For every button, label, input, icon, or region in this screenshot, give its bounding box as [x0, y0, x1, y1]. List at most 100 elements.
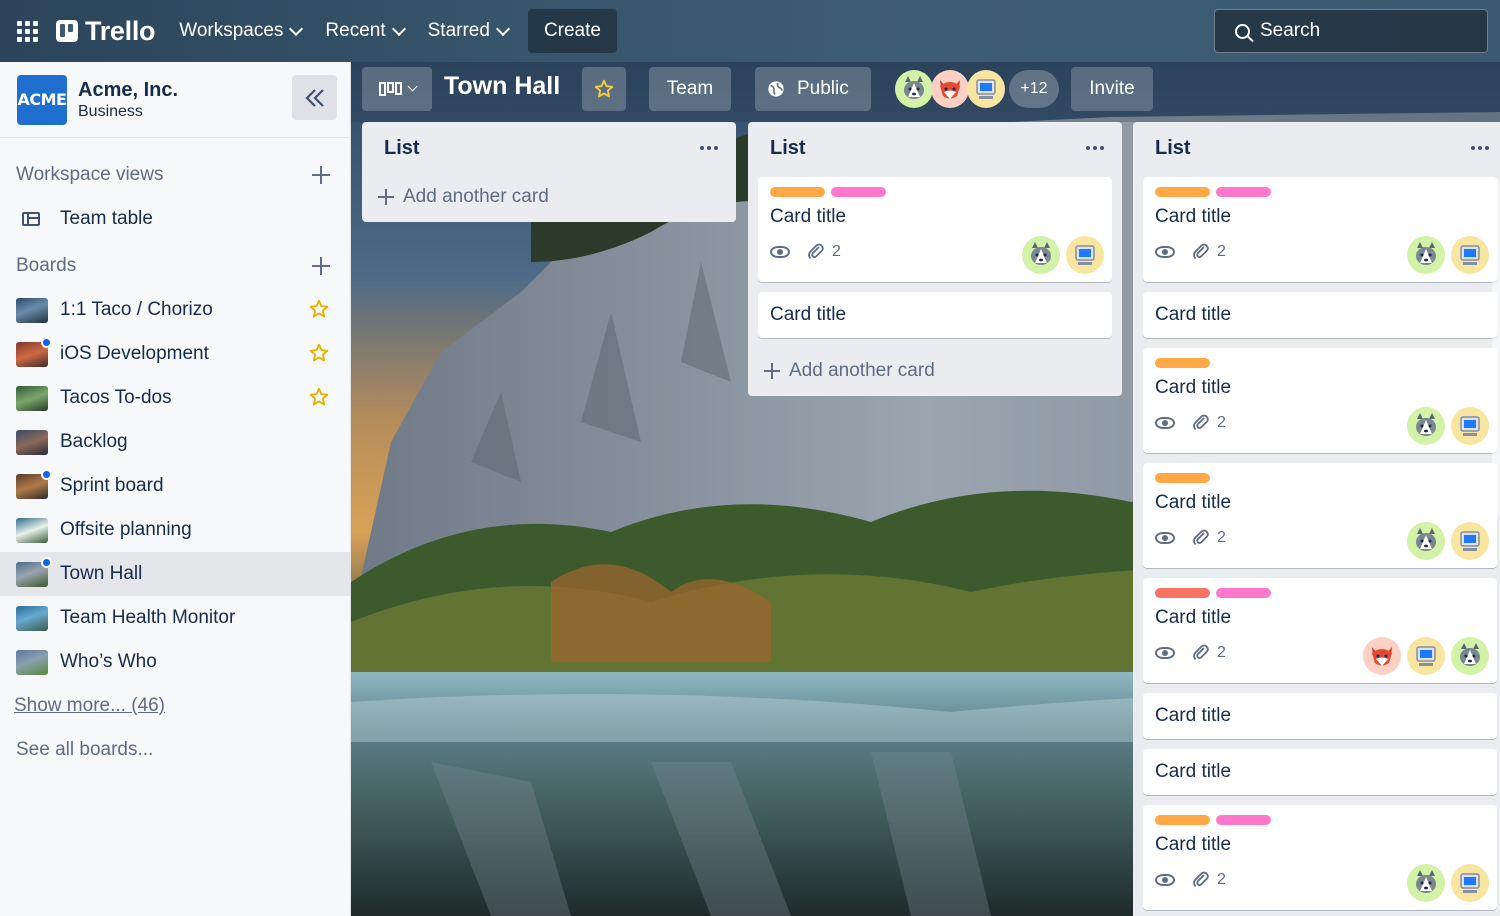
- list-scrollbar[interactable]: [1492, 178, 1500, 518]
- sidebar-board-item[interactable]: Backlog: [0, 420, 350, 464]
- board-thumbnail: [16, 556, 52, 587]
- list-header[interactable]: List: [748, 122, 1122, 174]
- member-avatar-husky[interactable]: [1407, 236, 1445, 274]
- search-placeholder: Search: [1260, 20, 1321, 41]
- label-red[interactable]: [1155, 588, 1210, 598]
- board-title[interactable]: Town Hall: [444, 72, 560, 101]
- board-view-switcher[interactable]: [362, 67, 432, 111]
- list-column: List Add another card: [362, 122, 736, 222]
- label-pink[interactable]: [1216, 187, 1271, 197]
- member-avatar-computer[interactable]: [967, 70, 1005, 108]
- workspace-views-heading: Workspace views: [0, 160, 350, 190]
- collapse-sidebar-button[interactable]: [292, 75, 337, 120]
- label-orange[interactable]: [770, 187, 825, 197]
- member-avatar-comp[interactable]: [1407, 637, 1445, 675]
- attachment-count: 2: [1217, 243, 1226, 260]
- see-all-boards-link[interactable]: See all boards...: [16, 728, 350, 772]
- sidebar-board-item[interactable]: Offsite planning: [0, 508, 350, 552]
- add-view-plus-icon[interactable]: [312, 166, 330, 184]
- sidebar-board-item[interactable]: Tacos To-dos: [0, 376, 350, 420]
- sidebar-board-item[interactable]: iOS Development: [0, 332, 350, 376]
- sidebar-board-item[interactable]: 1:1 Taco / Chorizo: [0, 288, 350, 332]
- show-more-link[interactable]: Show more... (46): [14, 684, 350, 728]
- board-thumbnail: [16, 517, 48, 543]
- workspace-plan: Business: [78, 102, 143, 120]
- list-header[interactable]: List: [1133, 122, 1500, 174]
- star-icon[interactable]: [309, 387, 329, 413]
- star-icon[interactable]: [309, 343, 329, 369]
- add-board-plus-icon[interactable]: [312, 257, 330, 275]
- card[interactable]: Card title 2: [1143, 578, 1497, 683]
- member-avatar-fox[interactable]: [931, 70, 969, 108]
- member-avatar-comp[interactable]: [1451, 522, 1489, 560]
- card[interactable]: Card title 2: [1143, 805, 1497, 910]
- member-overflow-badge[interactable]: +12: [1009, 70, 1059, 108]
- card-labels: [1155, 187, 1485, 197]
- public-visibility-button[interactable]: Public: [755, 67, 871, 111]
- starred-menu[interactable]: Starred: [416, 9, 520, 53]
- list-header[interactable]: List: [362, 122, 736, 174]
- card[interactable]: Card title 2: [1143, 463, 1497, 568]
- list-title[interactable]: List: [1155, 137, 1191, 160]
- label-orange[interactable]: [1155, 473, 1210, 483]
- search-input[interactable]: Search: [1214, 9, 1488, 53]
- card[interactable]: Card title 2: [758, 177, 1112, 282]
- workspaces-menu[interactable]: Workspaces: [167, 9, 313, 53]
- member-avatar-husky[interactable]: [1407, 864, 1445, 902]
- star-icon[interactable]: [309, 299, 329, 325]
- team-visibility-button[interactable]: Team: [649, 67, 731, 111]
- create-button[interactable]: Create: [527, 9, 617, 53]
- attachment-count: 2: [1217, 871, 1226, 888]
- list-title[interactable]: List: [770, 137, 806, 160]
- add-card-button[interactable]: Add another card: [362, 172, 736, 222]
- member-avatar-husky[interactable]: [1451, 637, 1489, 675]
- chevron-down-icon: [407, 81, 417, 92]
- more-options-icon[interactable]: [1086, 146, 1104, 150]
- board-label: Sprint board: [60, 475, 164, 496]
- label-pink[interactable]: [831, 187, 886, 197]
- label-orange[interactable]: [1155, 358, 1210, 368]
- recent-menu[interactable]: Recent: [313, 9, 415, 53]
- sidebar-board-item[interactable]: Who’s Who: [0, 640, 350, 684]
- card-title: Card title: [1155, 705, 1232, 726]
- card[interactable]: Card title 2: [1143, 348, 1497, 453]
- list-title[interactable]: List: [384, 137, 420, 160]
- card[interactable]: Card title: [1143, 749, 1497, 795]
- member-avatar-comp[interactable]: [1451, 407, 1489, 445]
- sidebar-board-item[interactable]: Team Health Monitor: [0, 596, 350, 640]
- label-orange[interactable]: [1155, 187, 1210, 197]
- member-avatar-comp[interactable]: [1451, 864, 1489, 902]
- eye-icon: [770, 246, 790, 258]
- member-avatar-husky[interactable]: [1407, 522, 1445, 560]
- app-switcher-button[interactable]: [0, 0, 54, 62]
- card[interactable]: Card title: [1143, 693, 1497, 739]
- more-options-icon[interactable]: [700, 146, 718, 150]
- husky-avatar-icon: [1416, 413, 1436, 436]
- trello-logo[interactable]: Trello: [56, 15, 156, 47]
- more-options-icon[interactable]: [1471, 146, 1489, 150]
- board-canvas: Town Hall Team Public +12 Invite List Ad…: [351, 62, 1500, 916]
- star-board-button[interactable]: [582, 67, 626, 111]
- sidebar-board-item[interactable]: Sprint board: [0, 464, 350, 508]
- view-item-team-table[interactable]: Team table: [0, 197, 350, 241]
- attachment-count: 2: [1217, 529, 1226, 546]
- starred-label: Starred: [427, 20, 490, 41]
- invite-button[interactable]: Invite: [1071, 67, 1153, 111]
- label-pink[interactable]: [1216, 588, 1271, 598]
- label-pink[interactable]: [1216, 815, 1271, 825]
- member-avatar-husky[interactable]: [1407, 407, 1445, 445]
- card[interactable]: Card title 2: [1143, 177, 1497, 282]
- member-avatar-fox[interactable]: [1363, 637, 1401, 675]
- member-avatar-comp[interactable]: [1451, 236, 1489, 274]
- computer-avatar-icon: [1460, 873, 1480, 893]
- card[interactable]: Card title: [1143, 292, 1497, 338]
- trello-logo-text: Trello: [85, 15, 156, 46]
- add-card-button[interactable]: Add another card: [748, 346, 1122, 396]
- sidebar-board-item[interactable]: Town Hall: [0, 552, 350, 596]
- member-avatar-computer[interactable]: [1066, 236, 1104, 274]
- member-avatar-husky[interactable]: [1022, 236, 1060, 274]
- card[interactable]: Card title: [758, 292, 1112, 338]
- label-orange[interactable]: [1155, 815, 1210, 825]
- board-label: Backlog: [60, 431, 128, 452]
- member-avatar-husky[interactable]: [895, 70, 933, 108]
